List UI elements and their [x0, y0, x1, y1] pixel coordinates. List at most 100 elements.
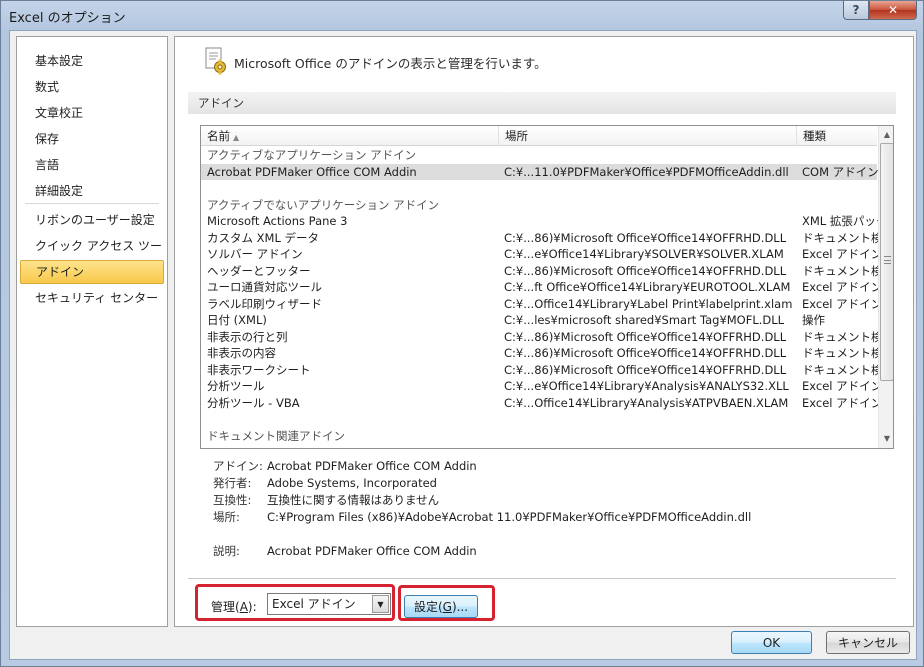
- addin-name: ラベル印刷ウィザード: [207, 296, 322, 311]
- addin-type: ドキュメント検査: [802, 346, 878, 360]
- settings-button[interactable]: 設定(G)...: [404, 595, 478, 618]
- list-scrollbar[interactable]: ▲ ▼: [878, 126, 893, 448]
- help-icon: ?: [852, 3, 860, 17]
- nav-divider: [25, 203, 159, 204]
- table-row[interactable]: ヘッダーとフッター C:¥...86)¥Microsoft Office¥Offi…: [201, 263, 878, 280]
- addin-name: 分析ツール: [207, 379, 265, 393]
- addins-section-header: アドイン: [188, 92, 896, 114]
- addin-location: C:¥...86)¥Microsoft Office¥Office14¥OFFR…: [504, 263, 787, 278]
- table-row[interactable]: 非表示ワークシート C:¥...86)¥Microsoft Office¥Offi…: [201, 362, 878, 379]
- dialog-client-area: 基本設定 数式 文章校正 保存 言語 詳細設定リボンのユーザー設定 クイック アクセス ツー…: [9, 30, 917, 660]
- addin-location: C:¥...11.0¥PDFMaker¥Office¥PDFMOfficeAdd…: [504, 164, 789, 179]
- category-nav: 基本設定 数式 文章校正 保存 言語 詳細設定リボンのユーザー設定 クイック アクセス ツー…: [16, 36, 168, 627]
- addin-name: ソルバー アドイン: [207, 247, 303, 261]
- close-icon: ✕: [887, 3, 899, 17]
- scroll-down-icon[interactable]: ▼: [879, 430, 893, 447]
- column-type-label: 種類: [803, 129, 826, 143]
- nav-item-5[interactable]: 詳細設定: [20, 179, 164, 203]
- column-name-label: 名前: [207, 129, 230, 143]
- nav-item-2[interactable]: 文章校正: [20, 101, 164, 125]
- column-name-header[interactable]: 名前 ▲: [201, 126, 499, 146]
- table-row[interactable]: 分析ツール - VBA C:¥...Office14¥Library¥Analys…: [201, 395, 878, 412]
- addin-name: Acrobat PDFMaker Office COM Addin: [207, 164, 417, 179]
- nav-item-8[interactable]: アドイン: [20, 260, 164, 284]
- addin-name: ヘッダーとフッター: [207, 263, 311, 278]
- list-group-header: アクティブなアプリケーション アドイン: [201, 147, 877, 164]
- scroll-up-icon[interactable]: ▲: [879, 126, 893, 143]
- table-row[interactable]: Acrobat PDFMaker Office COM Addin C:¥...1…: [201, 163, 878, 180]
- table-row[interactable]: 非表示の行と列 C:¥...86)¥Microsoft Office¥Office…: [201, 329, 878, 346]
- addin-name: アクティブでないアプリケーション アドイン: [207, 197, 440, 212]
- nav-item-4[interactable]: 言語: [20, 153, 164, 177]
- addin-type: ドキュメント検査: [802, 329, 878, 344]
- addin-type: Excel アドイン: [802, 280, 878, 294]
- table-row[interactable]: 日付 (XML) C:¥...les¥microsoft shared¥Smart…: [201, 312, 877, 329]
- panel-description: Microsoft Office のアドインの表示と管理を行います。: [234, 56, 547, 71]
- column-location-header[interactable]: 場所: [499, 126, 797, 146]
- addin-location: C:¥...86)¥Microsoft Office¥Office14¥OFFR…: [504, 346, 787, 360]
- nav-item-3[interactable]: 保存: [20, 127, 164, 151]
- table-row[interactable]: カスタム XML データ C:¥...86)¥Microsoft Office¥O…: [201, 230, 878, 247]
- help-button[interactable]: ?: [843, 1, 869, 20]
- list-group-header: アクティブでないアプリケーション アドイン: [201, 197, 877, 214]
- table-row[interactable]: ラベル印刷ウィザード C:¥...Office14¥Library¥Label P…: [201, 296, 878, 313]
- addin-name: 非表示の行と列: [207, 329, 288, 344]
- addin-location: C:¥...e¥Office14¥Library¥Analysis¥ANALYS…: [504, 379, 789, 393]
- divider: [188, 578, 896, 579]
- ok-button[interactable]: OK: [731, 631, 812, 654]
- detail-label: アドイン:: [213, 459, 263, 473]
- close-button[interactable]: ✕: [869, 1, 917, 20]
- nav-item-0[interactable]: 基本設定: [20, 49, 164, 73]
- detail-value: Acrobat PDFMaker Office COM Addin: [267, 459, 477, 473]
- title-bar: Excel のオプション ? ✕: [1, 1, 923, 30]
- addins-panel: Microsoft Office のアドインの表示と管理を行います。 アドイン …: [174, 36, 914, 627]
- addin-type: COM アドイン: [802, 164, 878, 179]
- grip-icon: [884, 256, 891, 264]
- addin-location: C:¥...ft Office¥Office14¥Library¥EUROTOO…: [504, 280, 791, 294]
- addin-name: Microsoft Actions Pane 3: [207, 214, 348, 228]
- detail-label: 発行者:: [213, 476, 252, 490]
- nav-item-7[interactable]: クイック アクセス ツール バー: [20, 234, 164, 277]
- addin-type: XML 拡張パック: [802, 214, 878, 228]
- table-row[interactable]: ユーロ通貨対応ツール C:¥...ft Office¥Office14¥Libra…: [201, 279, 878, 296]
- manage-dropdown-value: Excel アドイン: [272, 597, 356, 611]
- detail-label: 場所:: [213, 510, 240, 524]
- addin-location: C:¥...86)¥Microsoft Office¥Office14¥OFFR…: [504, 362, 787, 377]
- addin-name: 日付 (XML): [207, 313, 267, 327]
- nav-item-1[interactable]: 数式: [20, 75, 164, 99]
- nav-item-6[interactable]: リボンのユーザー設定: [20, 208, 164, 232]
- excel-options-window: Excel のオプション ? ✕ 基本設定 数式 文章校正 保存 言語 詳細設定リボンのユ…: [0, 0, 924, 667]
- table-row[interactable]: ソルバー アドイン C:¥...e¥Office14¥Library¥SOLVER…: [201, 246, 878, 263]
- addin-type: Excel アドイン: [802, 247, 878, 261]
- table-row[interactable]: 非表示の内容 C:¥...86)¥Microsoft Office¥Office1…: [201, 345, 878, 362]
- table-row: [201, 411, 877, 428]
- scroll-thumb[interactable]: [880, 143, 893, 381]
- addin-type: Excel アドイン: [802, 296, 878, 311]
- dropdown-arrow-icon[interactable]: ▼: [372, 595, 389, 613]
- column-location-label: 場所: [505, 129, 528, 143]
- addin-type: 操作: [802, 313, 825, 327]
- addin-type: Excel アドイン: [802, 379, 878, 393]
- table-row[interactable]: Microsoft Actions Pane 3 XML 拡張パック: [201, 213, 878, 230]
- addin-name: アクティブなアプリケーション アドイン: [207, 148, 417, 162]
- cancel-button[interactable]: キャンセル: [826, 631, 910, 654]
- addin-type: Excel アドイン: [802, 395, 878, 410]
- column-type-header[interactable]: 種類: [797, 126, 877, 146]
- detail-label: 説明:: [213, 544, 240, 558]
- addins-icon: [205, 47, 226, 75]
- manage-label: 管理(A):: [211, 600, 257, 614]
- addin-location: C:¥...Office14¥Library¥Label Print¥label…: [504, 296, 793, 311]
- addin-type: ドキュメント検査: [802, 362, 878, 377]
- addin-name: ユーロ通貨対応ツール: [207, 280, 322, 294]
- addin-location: C:¥...Office14¥Library¥Analysis¥ATPVBAEN…: [504, 395, 789, 410]
- nav-item-9[interactable]: セキュリティ センター: [20, 286, 164, 310]
- addin-type: ドキュメント検査: [802, 230, 878, 245]
- addin-type: ドキュメント検査: [802, 263, 878, 278]
- detail-value: Acrobat PDFMaker Office COM Addin: [267, 544, 477, 558]
- list-group-header: ドキュメント関連アドイン: [201, 428, 877, 445]
- manage-dropdown[interactable]: Excel アドイン ▼: [267, 593, 391, 615]
- addin-location: C:¥...86)¥Microsoft Office¥Office14¥OFFR…: [504, 329, 787, 344]
- sort-ascending-icon: ▲: [233, 133, 240, 142]
- table-row[interactable]: 分析ツール C:¥...e¥Office14¥Library¥Analysis¥A…: [201, 378, 878, 395]
- addins-list[interactable]: 名前 ▲ 場所 種類 アクティブなアプリケーション アドイン Acrobat PDF…: [200, 125, 894, 449]
